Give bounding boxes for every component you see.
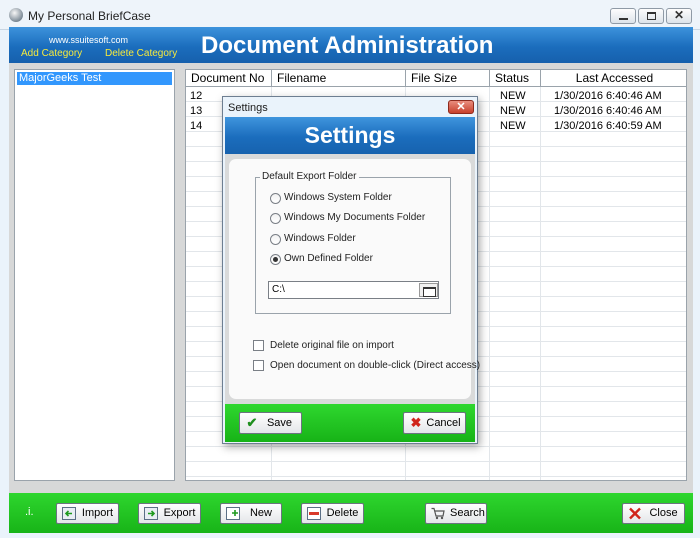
close-icon: ✕	[456, 101, 466, 113]
settings-dialog: Settings ✕ Settings Default Export Folde…	[222, 96, 480, 444]
save-label: Save	[266, 417, 293, 429]
export-label: Export	[163, 507, 196, 519]
checkmark-icon: ✔	[246, 415, 258, 430]
folder-path-value: C:\	[272, 284, 285, 295]
column-file-size[interactable]: File Size	[406, 70, 490, 87]
checkbox-label: Open document on double-click (Direct ac…	[270, 360, 481, 371]
radio-label: Own Defined Folder	[284, 253, 373, 264]
radio-label: Windows Folder	[284, 233, 356, 244]
export-icon	[144, 507, 158, 520]
save-button[interactable]: ✔ Save	[239, 412, 302, 434]
add-category-link[interactable]: Add Category	[21, 48, 82, 59]
import-label: Import	[81, 507, 114, 519]
close-icon	[629, 507, 641, 520]
radio-button-selected[interactable]	[270, 254, 281, 265]
table-row-doc-no[interactable]: 13	[190, 104, 202, 118]
table-row-status[interactable]: NEW	[500, 89, 526, 103]
column-document-no[interactable]: Document No	[186, 70, 272, 87]
folder-path-input[interactable]: C:\	[268, 281, 439, 299]
delete-button[interactable]: Delete	[301, 503, 364, 524]
app-header: www.ssuitesoft.com Add Category Delete C…	[9, 27, 693, 63]
close-window-button[interactable]: ✕	[666, 8, 692, 24]
footer-toolbar: .i. Import Export New Delete Search Clos…	[9, 493, 693, 533]
column-filename[interactable]: Filename	[272, 70, 406, 87]
search-button[interactable]: Search	[425, 503, 487, 524]
column-divider	[540, 87, 541, 480]
table-row-status[interactable]: NEW	[500, 104, 526, 118]
minimize-button[interactable]	[610, 8, 636, 24]
column-last-accessed[interactable]: Last Accessed	[541, 70, 686, 87]
checkbox[interactable]	[253, 340, 264, 351]
dialog-header: Settings	[225, 117, 475, 154]
delete-category-link[interactable]: Delete Category	[105, 48, 177, 59]
dialog-body: Default Export Folder Windows System Fol…	[225, 154, 480, 404]
table-row-status[interactable]: NEW	[500, 119, 526, 133]
export-folder-group: Default Export Folder Windows System Fol…	[255, 171, 451, 314]
maximize-icon	[647, 12, 656, 20]
column-status[interactable]: Status	[490, 70, 541, 87]
info-indicator[interactable]: .i.	[25, 506, 34, 518]
cancel-label: Cancel	[426, 417, 461, 429]
import-button[interactable]: Import	[56, 503, 119, 524]
checkbox[interactable]	[253, 360, 264, 371]
app-icon	[9, 8, 23, 22]
radio-label: Windows My Documents Folder	[284, 212, 426, 223]
new-label: New	[249, 507, 272, 519]
table-row-doc-no[interactable]: 12	[190, 89, 202, 103]
new-document-icon	[226, 507, 240, 520]
dialog-close-button[interactable]: ✕	[448, 100, 474, 114]
site-link[interactable]: www.ssuitesoft.com	[49, 35, 128, 45]
table-row-accessed[interactable]: 1/30/2016 6:40:46 AM	[554, 104, 662, 118]
dialog-footer: ✔ Save ✖ Cancel	[225, 404, 475, 442]
dialog-content-panel: Default Export Folder Windows System Fol…	[229, 159, 480, 399]
export-folder-group-label: Default Export Folder	[260, 171, 359, 182]
page-title: Document Administration	[201, 32, 494, 59]
table-row-accessed[interactable]: 1/30/2016 6:40:59 AM	[554, 119, 662, 133]
delete-document-icon	[307, 507, 321, 520]
cancel-button[interactable]: ✖ Cancel	[403, 412, 466, 434]
table-row-accessed[interactable]: 1/30/2016 6:40:46 AM	[554, 89, 662, 103]
radio-label: Windows System Folder	[284, 192, 392, 203]
category-list[interactable]: MajorGeeks Test	[14, 69, 175, 481]
close-label: Close	[649, 507, 678, 519]
import-icon	[62, 507, 76, 520]
dialog-heading: Settings	[304, 122, 396, 148]
checkbox-label: Delete original file on import	[270, 340, 394, 351]
cancel-icon: ✖	[410, 415, 422, 430]
close-button[interactable]: Close	[622, 503, 685, 524]
title-bar: My Personal BriefCase ✕	[0, 0, 700, 30]
radio-button[interactable]	[270, 193, 281, 204]
maximize-button[interactable]	[638, 8, 664, 24]
folder-open-icon[interactable]	[419, 283, 438, 297]
radio-button[interactable]	[270, 213, 281, 224]
minimize-icon	[619, 18, 628, 20]
cart-icon	[431, 507, 445, 520]
table-row-doc-no[interactable]: 14	[190, 119, 202, 133]
category-item-selected[interactable]: MajorGeeks Test	[17, 72, 172, 85]
window-title: My Personal BriefCase	[28, 9, 151, 23]
new-button[interactable]: New	[220, 503, 282, 524]
delete-label: Delete	[326, 507, 359, 519]
radio-button[interactable]	[270, 234, 281, 245]
search-label: Search	[450, 507, 485, 519]
column-divider	[489, 87, 490, 480]
export-button[interactable]: Export	[138, 503, 201, 524]
close-icon: ✕	[673, 8, 685, 22]
dialog-title: Settings	[228, 102, 268, 114]
